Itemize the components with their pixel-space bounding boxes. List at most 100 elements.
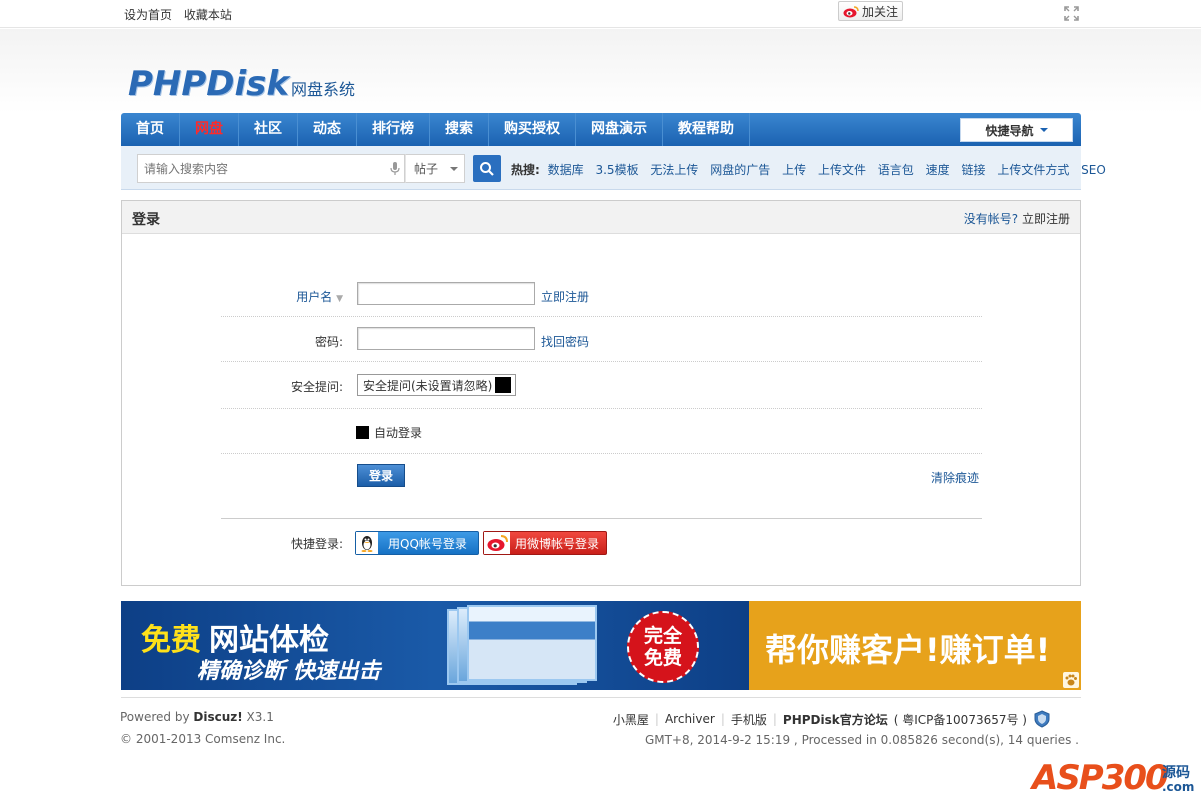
search-input[interactable] [138, 155, 378, 182]
nav-item-community[interactable]: 社区 [239, 113, 298, 146]
banner-free: 免费 [141, 623, 201, 658]
qq-login-button[interactable]: 用QQ帐号登录 [355, 531, 479, 555]
password-field[interactable] [358, 328, 534, 349]
paw-icon [1063, 672, 1079, 688]
search-button[interactable] [473, 155, 501, 182]
username-field-wrap [357, 282, 535, 305]
footer-link-archiver[interactable]: Archiver [665, 712, 715, 726]
register-link[interactable]: 立即注册 [541, 288, 589, 305]
search-icon [480, 161, 494, 176]
security-question-value: 安全提问(未设置请忽略) [363, 378, 493, 393]
search-input-wrap [137, 154, 405, 183]
nav-item-ranking[interactable]: 排行榜 [357, 113, 430, 146]
auto-login-label[interactable]: 自动登录 [374, 424, 422, 441]
nav-item-feed[interactable]: 动态 [298, 113, 357, 146]
site-logo[interactable]: PHPDisk 网盘系统 [128, 64, 355, 104]
hot-keyword[interactable]: 上传文件方式 [997, 163, 1069, 177]
password-row: 密码: 找回密码 [221, 317, 982, 362]
password-field-wrap [357, 327, 535, 350]
weibo-logo-icon [484, 532, 510, 554]
hot-label: 热搜: [511, 163, 540, 177]
watermark-asp: ASP300 [1032, 758, 1169, 798]
hot-keyword[interactable]: 语言包 [878, 163, 914, 177]
submit-row: 登录 清除痕迹 [221, 454, 982, 519]
footer-links: 小黑屋 | Archiver | 手机版 | PHPDisk官方论坛 ( 粤IC… [613, 710, 1051, 728]
nav-item-buy[interactable]: 购买授权 [489, 113, 576, 146]
caret-down-icon [1039, 128, 1048, 132]
set-home-link[interactable]: 设为首页 [124, 8, 172, 22]
hot-keyword[interactable]: 速度 [926, 163, 950, 177]
hot-keyword[interactable]: 无法上传 [650, 163, 698, 177]
follow-label: 加关注 [862, 4, 899, 19]
hot-keyword[interactable]: 链接 [961, 163, 985, 177]
weibo-login-button[interactable]: 用微博帐号登录 [483, 531, 607, 555]
dropdown-arrow-icon [495, 377, 512, 393]
login-title: 登录 [132, 212, 160, 228]
copyright-text[interactable]: © 2001-2013 Comsenz Inc. [120, 732, 285, 746]
quick-nav-button[interactable]: 快捷导航 [960, 118, 1073, 142]
weibo-icon [843, 5, 859, 17]
weibo-login-label: 用微博帐号登录 [515, 536, 600, 551]
clear-traces-link[interactable]: 清除痕迹 [931, 469, 979, 486]
copyright: © 2001-2013 Comsenz Inc. [120, 732, 285, 746]
hot-search: 热搜: 数据库 3.5模板 无法上传 网盘的广告 上传 上传文件 语言包 速度 … [511, 161, 1106, 178]
banner-right-text: 帮你赚客户!赚订单! [765, 631, 1051, 669]
nav-item-home[interactable]: 首页 [121, 113, 180, 146]
forgot-password-link[interactable]: 找回密码 [541, 333, 589, 350]
logo-sub: 网盘系统 [291, 80, 356, 99]
hot-keyword[interactable]: 3.5模板 [595, 163, 638, 177]
hot-keyword[interactable]: 上传文件 [818, 163, 866, 177]
footer-link-official-forum[interactable]: PHPDisk官方论坛 [783, 711, 888, 728]
username-field[interactable] [358, 283, 534, 304]
server-info: GMT+8, 2014-9-2 15:19 , Processed in 0.0… [644, 733, 1079, 747]
microphone-icon[interactable] [390, 162, 400, 176]
footer-divider [121, 697, 1081, 698]
username-label[interactable]: 用户名 ▼ [221, 288, 343, 305]
shield-icon[interactable] [1033, 710, 1051, 728]
badge-line-1: 完全 [643, 625, 682, 647]
banner-screens-image [447, 605, 607, 687]
search-bar: 帖子 热搜: 数据库 3.5模板 无法上传 网盘的广告 上传 上传文件 语言包 … [121, 146, 1106, 190]
watermark-com: .com [1162, 780, 1195, 794]
quick-nav-label: 快捷导航 [985, 123, 1034, 138]
nav-item-demo[interactable]: 网盘演示 [576, 113, 663, 146]
hot-keyword[interactable]: 数据库 [548, 163, 584, 177]
login-button[interactable]: 登录 [357, 464, 405, 487]
icp-number[interactable]: ( 粤ICP备10073657号 ) [894, 711, 1027, 728]
weibo-follow-button[interactable]: 加关注 [838, 1, 904, 21]
nav-item-help[interactable]: 教程帮助 [663, 113, 750, 146]
banner-left: 免费 网站体检 精确诊断 快速出击 完全 免费 [121, 601, 749, 690]
search-scope-select[interactable]: 帖子 [405, 154, 465, 183]
discuz-link[interactable]: Discuz! [193, 710, 242, 724]
nav-item-disk[interactable]: 网盘 [180, 113, 239, 146]
banner-subtitle: 精确诊断 快速出击 [197, 659, 381, 684]
banner-free-badge: 完全 免费 [627, 611, 699, 683]
qq-login-label: 用QQ帐号登录 [388, 536, 467, 551]
hot-keyword[interactable]: 上传 [782, 163, 806, 177]
footer-link-mobile[interactable]: 手机版 [731, 711, 767, 728]
register-now-link[interactable]: 立即注册 [1022, 212, 1070, 226]
logo-main: PHPDisk [128, 64, 290, 104]
ad-banner[interactable]: 免费 网站体检 精确诊断 快速出击 完全 免费 帮你赚客户!赚订单! [121, 601, 1081, 690]
register-prompt: 没有帐号? 立即注册 [964, 210, 1070, 227]
login-panel: 登录 没有帐号? 立即注册 用户名 ▼ 立即注册 密码: 找回密码 安全提问: … [121, 200, 1081, 586]
bookmark-link[interactable]: 收藏本站 [184, 8, 232, 22]
hot-keyword[interactable]: SEO [1081, 163, 1106, 177]
login-panel-header: 登录 没有帐号? 立即注册 [122, 201, 1080, 234]
top-bar: 设为首页 收藏本站 加关注 [0, 0, 1201, 28]
watermark-yuan: 源码 [1162, 765, 1190, 781]
quick-login-label: 快捷登录: [290, 537, 343, 551]
question-label: 安全提问: [290, 380, 343, 394]
nav-item-search[interactable]: 搜索 [430, 113, 489, 146]
autologin-row: 自动登录 [221, 409, 982, 454]
security-question-select[interactable]: 安全提问(未设置请忽略) [357, 374, 516, 396]
asp300-watermark: ASP300 源码 .com [1032, 752, 1197, 798]
powered-by: Powered by Discuz! X3.1 [120, 710, 274, 724]
auto-login-checkbox[interactable] [356, 426, 369, 439]
hot-keyword[interactable]: 网盘的广告 [710, 163, 770, 177]
search-scope-value: 帖子 [414, 162, 439, 176]
footer-link-blackroom[interactable]: 小黑屋 [613, 711, 649, 728]
chevron-down-icon [450, 166, 459, 171]
fullscreen-icon[interactable] [1064, 6, 1079, 21]
no-account-text: 没有帐号? [963, 212, 1019, 226]
